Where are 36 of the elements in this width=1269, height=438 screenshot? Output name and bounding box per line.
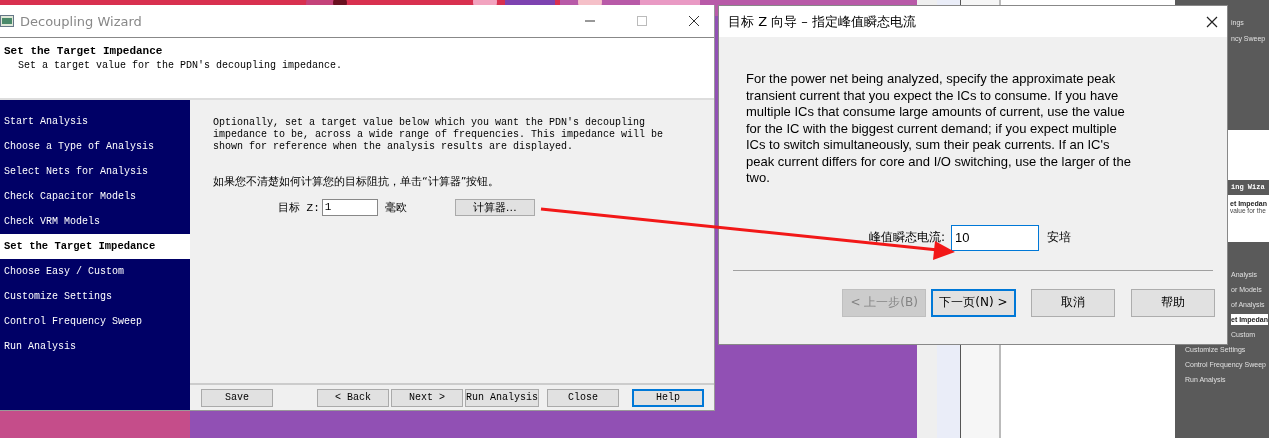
page-heading: Set the Target Impedance <box>4 45 164 57</box>
description-text: Optionally, set a target value below which you want the PDN's decoupling impedance to be, across a wide range of frequencies. This impedance will be shown for reference when the analysis results are displayed. <box>213 117 665 153</box>
dialog-description: For the power net being analyzed, specify the approximate peak transient current that you expect the ICs to consume. If you have multiple ICs that consume large amounts of current, use the value for the IC with the biggest current demand; if you expect multiple ICs to switch simultaneously, sum their peak currents. If an IC's peak current differs for core and I/O switching, use the larger of the two. <box>746 71 1132 187</box>
step-item[interactable]: Choose a Type of Analysis <box>0 134 190 159</box>
wizard-button[interactable]: Close <box>547 388 619 407</box>
current-field[interactable]: 10 <box>951 224 1040 251</box>
close-icon[interactable] <box>1206 15 1218 28</box>
step-item[interactable]: Select Nets for Analysis <box>0 159 190 184</box>
window-title: Decoupling Wizard <box>20 13 142 29</box>
wizard-button[interactable]: Run Analysis <box>465 388 539 407</box>
wizard-button[interactable]: < Back <box>317 388 389 407</box>
app-icon <box>0 15 14 27</box>
dialog-title: 目标 Z 向导 – 指定峰值瞬态电流 <box>728 12 916 31</box>
dialog-button[interactable]: 取消 <box>1030 288 1115 317</box>
step-item[interactable]: Check Capacitor Models <box>0 184 190 209</box>
step-item[interactable]: Start Analysis <box>0 109 190 134</box>
wizard-button[interactable]: Next > <box>391 388 463 407</box>
current-label: 峰值瞬态电流: <box>869 229 946 246</box>
close-icon[interactable] <box>688 15 700 27</box>
wizard-button[interactable]: Save <box>201 388 273 407</box>
step-item[interactable]: Choose Easy / Custom <box>0 259 190 284</box>
step-item[interactable]: Check VRM Models <box>0 209 190 234</box>
hint-text: 如果您不清楚如何计算您的目标阻抗，单击“计算器”按钮。 <box>213 174 501 189</box>
dialog-button[interactable]: 帮助 <box>1130 288 1215 317</box>
step-item[interactable]: Set the Target Impedance <box>0 234 190 259</box>
unit-label: 毫欧 <box>384 199 407 215</box>
wizard-button[interactable]: Help <box>632 388 704 407</box>
step-item[interactable]: Customize Settings <box>0 284 190 309</box>
target-z-label: 目标 Z: <box>278 200 320 215</box>
step-item[interactable]: Control Frequency Sweep <box>0 309 190 334</box>
page-subtitle: Set a target value for the PDN's decoupling impedance. <box>17 60 344 71</box>
step-item[interactable]: Run Analysis <box>0 334 190 359</box>
target-z-field[interactable]: 1 <box>321 198 378 216</box>
dialog-button[interactable]: 下一页(N) > <box>931 288 1016 317</box>
calculator-button[interactable]: 计算器… <box>454 198 535 216</box>
unit-label: 安培 <box>1047 229 1072 246</box>
